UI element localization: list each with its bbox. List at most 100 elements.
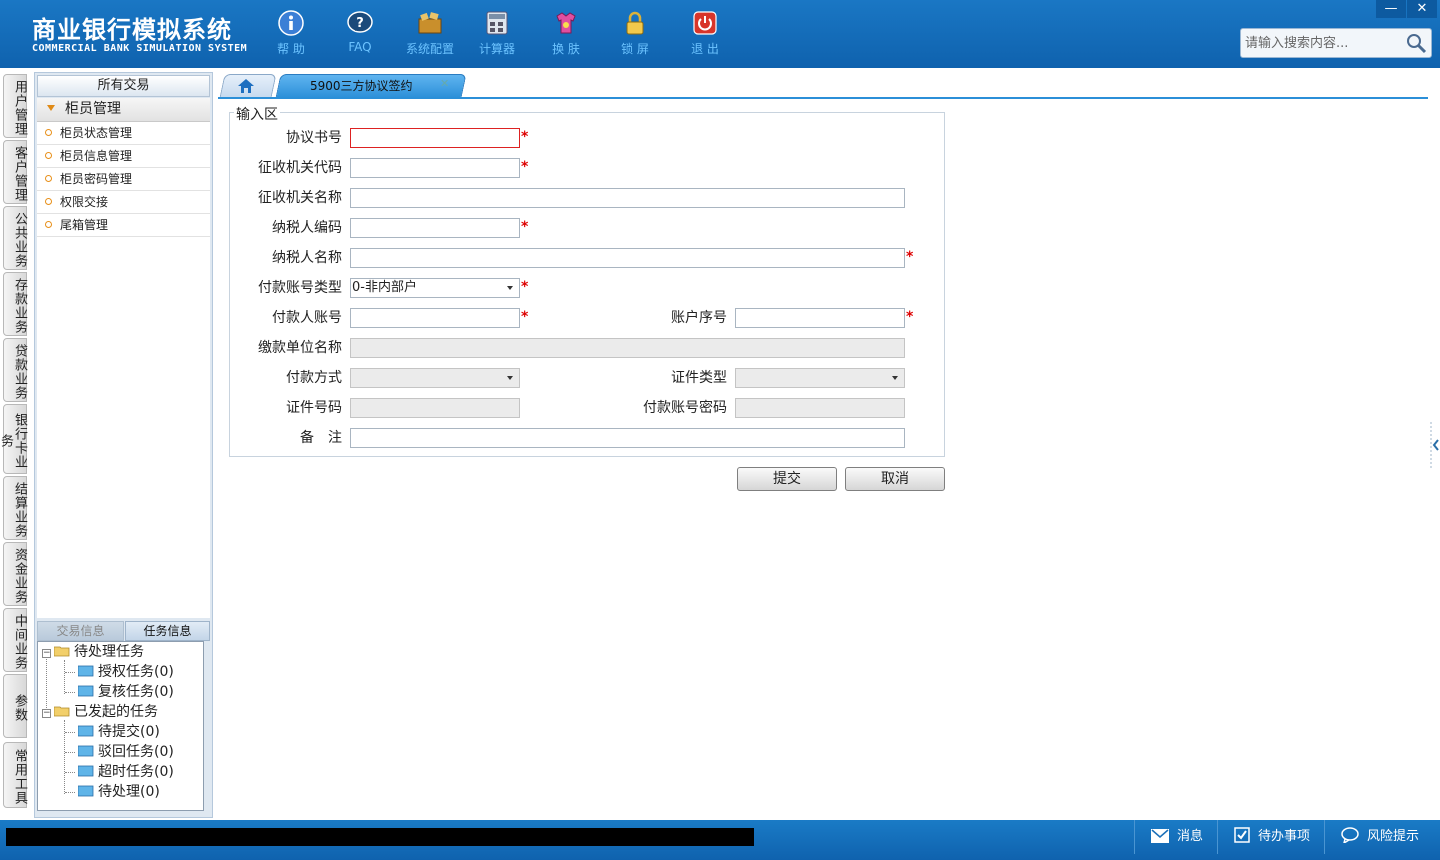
tree-node-authorization-tasks[interactable]: 授权任务(0): [78, 662, 174, 682]
lock-screen-label: 锁 屏: [621, 42, 649, 56]
minimize-button[interactable]: —: [1376, 0, 1406, 18]
remarks-input[interactable]: [350, 428, 905, 448]
tab-transaction-info[interactable]: 交易信息: [37, 621, 124, 641]
all-transactions-header[interactable]: 所有交易: [37, 75, 210, 97]
tree-node-pending-tasks[interactable]: − 待处理任务: [42, 642, 144, 662]
folder-open-icon: [54, 706, 70, 717]
account-seq-input[interactable]: [735, 308, 905, 328]
dropdown-arrow-icon[interactable]: [502, 279, 519, 297]
risk-alert-button[interactable]: 风险提示: [1324, 820, 1434, 854]
folder-icon: [78, 685, 94, 697]
menu-item-teller-info[interactable]: 柜员信息管理: [37, 145, 210, 168]
module-tabs: 用户管理 客户管理 公共业务 存款业务 贷款业务 银行卡业务 结算业务 资金业务…: [0, 68, 30, 820]
vtab-parameters[interactable]: 参数: [3, 674, 27, 738]
status-message-area: [6, 828, 754, 846]
vtab-settlement-business[interactable]: 结算业务: [3, 476, 27, 540]
status-bar: 消息 待办事项 风险提示: [0, 820, 1440, 860]
vtab-deposit-business[interactable]: 存款业务: [3, 272, 27, 336]
tree-node-initiated-tasks[interactable]: − 已发起的任务: [42, 702, 158, 722]
messages-button[interactable]: 消息: [1134, 820, 1216, 854]
bullet-icon: [45, 175, 52, 182]
tree-node-to-process[interactable]: 待处理(0): [78, 782, 160, 802]
menu-group-teller-management[interactable]: 柜员管理: [37, 98, 210, 122]
chat-bubble-icon: [1341, 827, 1359, 845]
app-title: 商业银行模拟系统: [32, 16, 232, 44]
taxpayer-code-input[interactable]: [350, 218, 520, 238]
tab-underline: [218, 97, 1428, 99]
collapse-toggle-icon[interactable]: −: [42, 709, 51, 718]
menu-item-permission-handover[interactable]: 权限交接: [37, 191, 210, 214]
vtab-fund-business[interactable]: 资金业务: [3, 542, 27, 606]
help-button[interactable]: 帮 助: [261, 8, 321, 60]
menu-item-tail-box[interactable]: 尾箱管理: [37, 214, 210, 237]
folder-icon: [78, 725, 94, 737]
system-config-button[interactable]: 系统配置: [400, 8, 460, 60]
lock-screen-button[interactable]: 锁 屏: [605, 8, 665, 60]
label-payer-account: 付款人账号: [272, 310, 342, 326]
skin-button[interactable]: 换 肤: [536, 8, 596, 60]
submit-button[interactable]: 提交: [737, 467, 837, 491]
collector-name-input[interactable]: [350, 188, 905, 208]
menu-item-label: 柜员信息管理: [60, 149, 133, 163]
required-mark: *: [521, 219, 529, 235]
expand-arrow-icon: [47, 105, 55, 111]
search-input[interactable]: [1241, 29, 1403, 57]
faq-button[interactable]: ? FAQ: [330, 8, 390, 60]
bullet-icon: [45, 198, 52, 205]
home-icon[interactable]: [237, 78, 255, 94]
label-payment-method: 付款方式: [286, 370, 342, 386]
account-type-select[interactable]: 0-非内部户: [350, 278, 520, 298]
tree-node-label: 待提交(0): [98, 724, 160, 740]
tree-node-rejected-tasks[interactable]: 驳回任务(0): [78, 742, 174, 762]
folder-icon: [78, 665, 94, 677]
label-taxpayer-name: 纳税人名称: [272, 250, 342, 266]
menu-item-teller-status[interactable]: 柜员状态管理: [37, 122, 210, 145]
tree-node-to-submit[interactable]: 待提交(0): [78, 722, 160, 742]
vtab-user-management[interactable]: 用户管理: [3, 74, 27, 138]
tree-node-label: 超时任务(0): [98, 764, 174, 780]
svg-text:?: ?: [356, 16, 364, 31]
tab-close-icon[interactable]: ✕: [440, 77, 449, 90]
menu-item-teller-password[interactable]: 柜员密码管理: [37, 168, 210, 191]
vtab-card-business[interactable]: 银行卡业务: [0, 404, 27, 474]
messages-label: 消息: [1177, 829, 1204, 844]
account-type-value: 0-非内部户: [352, 280, 417, 295]
skin-label: 换 肤: [552, 42, 580, 56]
help-label: 帮 助: [277, 42, 305, 56]
search-icon[interactable]: [1405, 32, 1427, 54]
calculator-button[interactable]: 计算器: [467, 8, 527, 60]
tree-node-review-tasks[interactable]: 复核任务(0): [78, 682, 174, 702]
cancel-button[interactable]: 取消: [845, 467, 945, 491]
close-window-button[interactable]: ✕: [1407, 0, 1437, 18]
exit-button[interactable]: 退 出: [675, 8, 735, 60]
vtab-loan-business[interactable]: 贷款业务: [3, 338, 27, 402]
payer-account-input[interactable]: [350, 308, 520, 328]
payment-method-select: [350, 368, 520, 388]
taxpayer-name-input[interactable]: [350, 248, 905, 268]
tab-task-info[interactable]: 任务信息: [125, 621, 210, 641]
label-remarks: 备 注: [300, 430, 342, 446]
vtab-customer-management[interactable]: 客户管理: [3, 140, 27, 204]
required-mark: *: [521, 129, 529, 145]
id-number-input: [350, 398, 520, 418]
vtab-public-business[interactable]: 公共业务: [3, 206, 27, 270]
dropdown-arrow-icon: [502, 369, 519, 387]
tree-node-timeout-tasks[interactable]: 超时任务(0): [78, 762, 174, 782]
collector-code-input[interactable]: [350, 158, 520, 178]
bullet-icon: [45, 221, 52, 228]
todo-label: 待办事项: [1258, 829, 1311, 844]
vtab-intermediary-business[interactable]: 中间业务: [3, 608, 27, 672]
account-password-input: [735, 398, 905, 418]
collapse-toggle-icon[interactable]: −: [42, 649, 51, 658]
label-account-seq: 账户序号: [671, 310, 727, 326]
todo-button[interactable]: 待办事项: [1217, 820, 1323, 854]
transaction-menu: 柜员管理 柜员状态管理 柜员信息管理 柜员密码管理 权限交接 尾箱管理: [37, 98, 210, 618]
tree-node-label: 授权任务(0): [98, 664, 174, 680]
collapse-panel-handle[interactable]: [1428, 420, 1440, 470]
dropdown-arrow-icon: [887, 369, 904, 387]
required-mark: *: [906, 249, 914, 265]
tree-node-label: 已发起的任务: [74, 704, 158, 720]
vtab-common-tools[interactable]: 常用工具: [3, 742, 27, 808]
left-panel: 所有交易 柜员管理 柜员状态管理 柜员信息管理 柜员密码管理 权限交接 尾箱管理…: [34, 72, 213, 818]
agreement-no-input[interactable]: [350, 128, 520, 148]
